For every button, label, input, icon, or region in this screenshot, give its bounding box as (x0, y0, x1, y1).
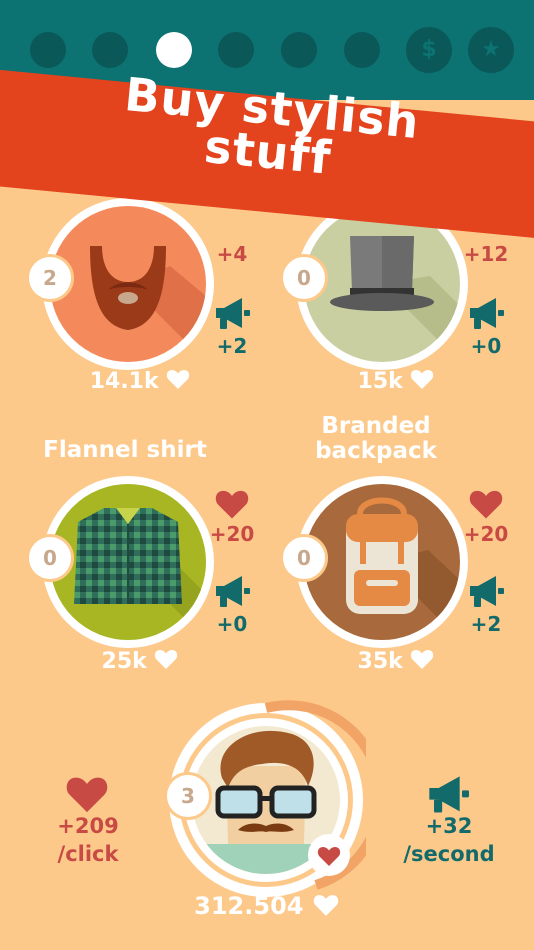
shares-bonus: +2 (470, 612, 502, 636)
likes-bonus: +4 (216, 242, 248, 266)
likes-bonus: +20 (209, 522, 255, 546)
item-price: 14.1k (50, 368, 230, 394)
shares-bonus: +0 (470, 334, 502, 358)
heart-icon (312, 893, 340, 917)
item-price: 25k (50, 648, 230, 674)
megaphone-icon (466, 296, 506, 332)
heart-icon (468, 488, 504, 520)
heart-icon (410, 648, 434, 670)
heart-icon (317, 845, 341, 867)
page-dot-5[interactable] (281, 32, 317, 68)
item-price: 35k (306, 648, 486, 674)
item-count-badge: 0 (280, 254, 328, 302)
like-button[interactable] (308, 834, 350, 876)
per-second-value: +32 (425, 814, 473, 838)
player-level-badge: 3 (164, 772, 212, 820)
item-count-badge: 2 (26, 254, 74, 302)
per-click-text: +209 /click (30, 812, 146, 868)
item-name-line-1: Branded (321, 413, 431, 439)
page-dot-3-active[interactable] (156, 32, 192, 68)
heart-icon (154, 648, 178, 670)
megaphone-icon (466, 574, 506, 610)
total-likes-value: 312.504 (194, 892, 304, 920)
hat-icon (330, 236, 460, 362)
per-second-text: +32 /second (384, 812, 514, 868)
per-second-label: /second (403, 842, 495, 866)
item-price: 15k (306, 368, 486, 394)
item-name: Branded backpack (286, 414, 466, 464)
item-count-badge: 0 (26, 534, 74, 582)
likes-bonus: +20 (463, 522, 509, 546)
item-count-badge: 0 (280, 534, 328, 582)
price-value: 25k (101, 649, 147, 674)
total-likes: 312.504 (172, 892, 362, 920)
beard-icon (90, 246, 206, 362)
page-dot-4[interactable] (218, 32, 254, 68)
megaphone-icon (212, 296, 252, 332)
price-value: 14.1k (89, 369, 159, 394)
shop-button[interactable]: $ (406, 27, 452, 73)
heart-icon (214, 488, 250, 520)
item-name-line-2: backpack (315, 438, 437, 464)
heart-icon (410, 368, 434, 390)
star-icon: ★ (481, 37, 501, 62)
megaphone-icon (424, 774, 472, 816)
page-dot-2[interactable] (92, 32, 128, 68)
achievements-button[interactable]: ★ (468, 27, 514, 73)
megaphone-icon (212, 574, 252, 610)
shares-bonus: +2 (216, 334, 248, 358)
likes-bonus: +12 (463, 242, 509, 266)
page-dot-6[interactable] (344, 32, 380, 68)
price-value: 15k (357, 369, 403, 394)
heart-icon (166, 368, 190, 390)
shares-bonus: +0 (216, 612, 248, 636)
price-value: 35k (357, 649, 403, 674)
item-name: Flannel shirt (43, 437, 207, 463)
heart-icon (64, 774, 110, 814)
dollar-icon: $ (421, 37, 437, 62)
page-dot-1[interactable] (30, 32, 66, 68)
per-click-label: /click (57, 842, 119, 866)
per-click-value: +209 (57, 814, 119, 838)
